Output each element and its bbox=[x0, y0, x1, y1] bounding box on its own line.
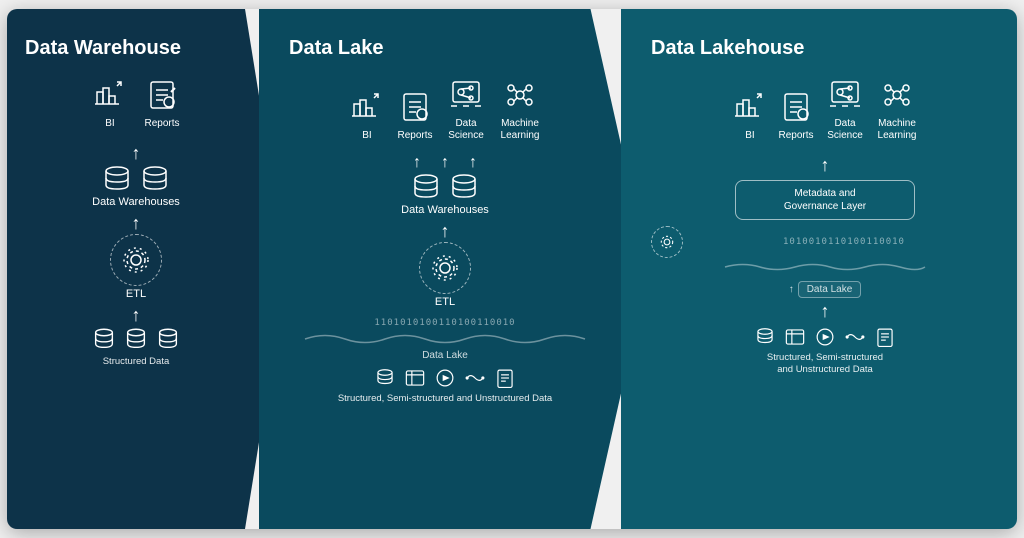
structured-label: Structured Data bbox=[103, 356, 170, 368]
arr3: ↑ bbox=[469, 154, 477, 172]
lake-bi-label: BI bbox=[362, 130, 371, 142]
metadata-label: Metadata andGovernance Layer bbox=[784, 188, 866, 212]
lake-bottom-label: Structured, Semi-structured and Unstruct… bbox=[338, 393, 552, 405]
bi-label: BI bbox=[105, 118, 114, 130]
panel-lake: Data Lake BI Reports bbox=[259, 9, 649, 529]
lake-etl-label: ETL bbox=[435, 296, 455, 308]
etl-label: ETL bbox=[126, 288, 146, 300]
lh-ds-item: Data Science bbox=[823, 76, 867, 142]
wave-text: 1101010100110100110010 bbox=[289, 318, 601, 328]
lake-inner-label: Data Lake bbox=[289, 350, 601, 361]
lh-bi-icon bbox=[731, 88, 769, 126]
lh-bi-item: BI bbox=[731, 88, 769, 142]
lake-ds-label: Data Science bbox=[444, 118, 488, 142]
warehouse-content: BI Reports ↑ Data Warehouses ↑ bbox=[25, 76, 247, 513]
panel-warehouse: Data Warehouse BI Reports ↑ bbox=[7, 9, 287, 529]
lh-lake-label: ↑ Data Lake bbox=[651, 281, 999, 298]
lh-reports-label: Reports bbox=[778, 130, 813, 142]
etl-icon bbox=[110, 234, 162, 286]
lake-title: Data Lake bbox=[289, 37, 384, 60]
lake-arrow: ↑ bbox=[441, 222, 450, 240]
lh-bottom-label: Structured, Semi-structuredand Unstructu… bbox=[767, 352, 883, 377]
arrow-1: ↑ bbox=[132, 144, 141, 162]
lh-bi-label: BI bbox=[745, 130, 754, 142]
lh-ds-icon bbox=[826, 76, 864, 114]
lake-reports-item: Reports bbox=[396, 88, 434, 142]
lake-bi-item: BI bbox=[348, 88, 386, 142]
lake-etl-icon bbox=[419, 242, 471, 294]
lakehouse-title: Data Lakehouse bbox=[651, 37, 804, 60]
metadata-box: Metadata andGovernance Layer bbox=[735, 180, 915, 220]
reports-icon bbox=[143, 76, 181, 114]
lake-ds-icon bbox=[447, 76, 485, 114]
lh-ds-label: Data Science bbox=[823, 118, 867, 142]
lake-reports-label: Reports bbox=[397, 130, 432, 142]
lh-reports-item: Reports bbox=[777, 88, 815, 142]
lake-warehouses-label: Data Warehouses bbox=[401, 204, 489, 216]
lake-ml-icon bbox=[501, 76, 539, 114]
lh-arrow2: ↑ bbox=[821, 302, 830, 320]
lake-reports-icon bbox=[396, 88, 434, 126]
lake-bi-icon bbox=[348, 88, 386, 126]
arrow-3: ↑ bbox=[132, 306, 141, 324]
lh-ml-label: Machine Learning bbox=[875, 118, 919, 142]
panel-lakehouse: Data Lakehouse BI Reports bbox=[621, 9, 1017, 529]
lake-content: BI Reports Data Science bbox=[289, 76, 601, 513]
lh-bottom-icons bbox=[754, 326, 896, 348]
reports-icon-item: Reports bbox=[143, 76, 181, 130]
lh-etl-icon bbox=[651, 226, 683, 258]
reports-label: Reports bbox=[144, 118, 179, 130]
lh-arrow1: ↑ bbox=[821, 156, 830, 174]
bi-icon bbox=[91, 76, 129, 114]
lh-ml-item: Machine Learning bbox=[875, 76, 919, 142]
lake-icons-row: BI Reports Data Science bbox=[348, 76, 542, 142]
warehouses-label: Data Warehouses bbox=[92, 196, 180, 208]
diagram-container: Data Warehouse BI Reports ↑ bbox=[7, 9, 1017, 529]
lh-ml-icon bbox=[878, 76, 916, 114]
lake-ml-item: Machine Learning bbox=[498, 76, 542, 142]
lh-reports-icon bbox=[777, 88, 815, 126]
lakehouse-content: BI Reports Data Science bbox=[651, 76, 999, 513]
lakehouse-icons-row: BI Reports Data Science bbox=[731, 76, 919, 142]
warehouses-icons bbox=[102, 164, 170, 194]
structured-data-icons bbox=[91, 326, 181, 352]
warehouse-icons-row: BI Reports bbox=[91, 76, 181, 130]
lake-bottom-icons bbox=[374, 367, 516, 389]
arr2: ↑ bbox=[441, 154, 449, 172]
multi-arrows: ↑ ↑ ↑ bbox=[413, 154, 477, 172]
lake-ml-label: Machine Learning bbox=[498, 118, 542, 142]
arrow-2: ↑ bbox=[132, 214, 141, 232]
bi-icon-item: BI bbox=[91, 76, 129, 130]
warehouse-title: Data Warehouse bbox=[25, 37, 181, 60]
lake-ds-item: Data Science bbox=[444, 76, 488, 142]
arr1: ↑ bbox=[413, 154, 421, 172]
lake-warehouses-icons bbox=[411, 172, 479, 202]
lh-wave: 1010010110100110010 bbox=[689, 237, 999, 247]
lh-lake-box: Data Lake bbox=[798, 281, 862, 298]
